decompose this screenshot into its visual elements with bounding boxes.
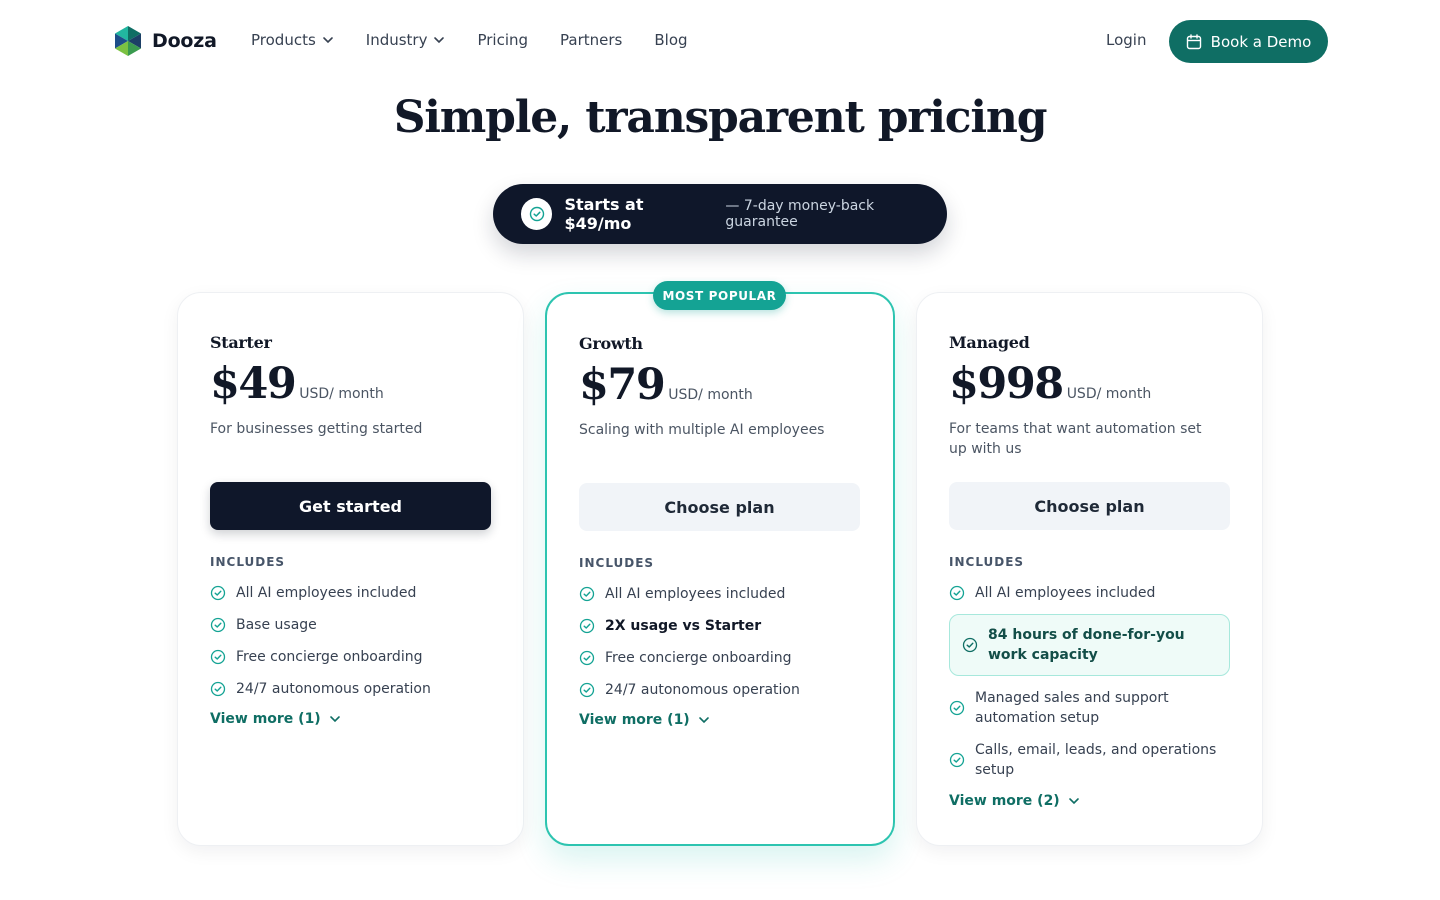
nav-pricing-label: Pricing xyxy=(477,31,529,49)
guarantee-pill: Starts at $49/mo — 7-day money-back guar… xyxy=(493,184,947,244)
book-demo-label: Book a Demo xyxy=(1210,32,1312,51)
view-more-toggle[interactable]: View more (1) xyxy=(210,711,341,727)
nav-blog[interactable]: Blog xyxy=(654,31,687,49)
price-row: $49 USD/ month xyxy=(210,359,384,409)
nav-products[interactable]: Products xyxy=(251,31,334,49)
feature-item: 24/7 autonomous operation xyxy=(579,680,800,700)
nav-partners-label: Partners xyxy=(560,31,623,49)
check-circle-icon xyxy=(949,752,965,768)
nav-industry[interactable]: Industry xyxy=(366,31,446,49)
check-circle-icon xyxy=(210,585,226,601)
feature-item: Free concierge onboarding xyxy=(579,648,791,668)
plan-price: $79 xyxy=(579,360,666,410)
feature-text: 2X usage vs Starter xyxy=(605,618,762,634)
feature-item: Calls, email, leads, and operations setu… xyxy=(949,740,1225,780)
price-row: $998 USD/ month xyxy=(949,359,1151,409)
check-circle-icon xyxy=(579,650,595,666)
feature-item: Managed sales and support automation set… xyxy=(949,688,1225,728)
brand-name: Dooza xyxy=(152,30,217,52)
nav-blog-label: Blog xyxy=(654,31,688,49)
check-circle-icon xyxy=(949,700,965,716)
check-circle-icon xyxy=(579,586,595,602)
feature-text: All AI employees included xyxy=(236,585,417,601)
check-circle-icon xyxy=(579,682,595,698)
check-circle-icon xyxy=(521,198,553,230)
highlighted-feature: 84 hours of done-for-you work capacity xyxy=(949,614,1230,676)
pill-main-text: Starts at $49/mo xyxy=(564,195,644,233)
chevron-down-icon xyxy=(1068,798,1079,805)
feature-item: 24/7 autonomous operation xyxy=(210,679,431,699)
plan-description: For teams that want automation set up wi… xyxy=(949,421,1202,457)
plan-name: Starter xyxy=(210,333,272,352)
nav-industry-label: Industry xyxy=(365,31,428,49)
feature-item: All AI employees included xyxy=(949,583,1155,603)
feature-text: Managed sales and support automation set… xyxy=(975,690,1169,726)
book-demo-button[interactable]: Book a Demo xyxy=(1169,20,1328,63)
view-more-label: View more (2) xyxy=(949,793,1060,809)
plan-price: $49 xyxy=(210,359,297,409)
price-row: $79 USD/ month xyxy=(579,360,753,410)
price-period: USD/ month xyxy=(299,386,384,402)
price-period: USD/ month xyxy=(668,387,753,403)
choose-plan-button[interactable]: Choose plan xyxy=(949,482,1230,530)
view-more-label: View more (1) xyxy=(579,712,690,728)
feature-text: All AI employees included xyxy=(975,585,1156,601)
feature-text: 24/7 autonomous operation xyxy=(236,681,431,697)
feature-item: Base usage xyxy=(210,615,317,635)
calendar-icon xyxy=(1186,33,1201,49)
plan-card-starter: Starter $49 USD/ month For businesses ge… xyxy=(177,292,524,846)
plan-name: Growth xyxy=(579,334,643,353)
plan-name: Managed xyxy=(949,333,1030,352)
chevron-down-icon xyxy=(698,717,709,724)
chevron-down-icon xyxy=(434,37,445,44)
nav-links: Products Industry Pricing Partners Blog xyxy=(251,31,720,49)
nav-partners[interactable]: Partners xyxy=(560,31,622,49)
feature-text: 24/7 autonomous operation xyxy=(605,682,800,698)
nav-products-label: Products xyxy=(251,31,316,49)
chevron-down-icon xyxy=(329,716,340,723)
check-circle-icon xyxy=(962,637,978,653)
feature-item: Free concierge onboarding xyxy=(210,647,422,667)
get-started-button[interactable]: Get started xyxy=(210,482,491,530)
plan-description: Scaling with multiple AI employees xyxy=(579,422,825,438)
includes-label: INCLUDES xyxy=(949,555,1025,569)
check-circle-icon xyxy=(949,585,965,601)
most-popular-badge: MOST POPULAR xyxy=(653,281,786,310)
view-more-toggle[interactable]: View more (1) xyxy=(579,712,710,728)
plan-description: For businesses getting started xyxy=(210,421,423,437)
plan-price: $998 xyxy=(949,359,1064,409)
feature-text: All AI employees included xyxy=(605,586,786,602)
login-link[interactable]: Login xyxy=(1106,31,1146,49)
feature-text: Free concierge onboarding xyxy=(605,650,792,666)
logo-icon xyxy=(115,26,141,56)
brand-logo[interactable]: Dooza xyxy=(114,26,217,56)
feature-text: Free concierge onboarding xyxy=(236,649,423,665)
feature-text: Base usage xyxy=(236,617,317,633)
check-circle-icon xyxy=(210,617,226,633)
chevron-down-icon xyxy=(322,37,333,44)
plan-card-growth: Growth $79 USD/ month Scaling with multi… xyxy=(545,292,895,846)
feature-item: All AI employees included xyxy=(579,584,785,604)
choose-plan-button[interactable]: Choose plan xyxy=(579,483,860,531)
includes-label: INCLUDES xyxy=(579,556,655,570)
includes-label: INCLUDES xyxy=(210,555,286,569)
price-period: USD/ month xyxy=(1066,386,1152,402)
top-navigation: Dooza Products Industry Pricing Partners… xyxy=(0,0,1440,84)
feature-item: 2X usage vs Starter xyxy=(579,616,761,636)
check-circle-icon xyxy=(579,618,595,634)
pill-sub-text: — 7-day money-back guarantee xyxy=(725,198,875,230)
feature-item: All AI employees included xyxy=(210,583,416,603)
nav-pricing[interactable]: Pricing xyxy=(477,31,528,49)
plan-card-managed: Managed $998 USD/ month For teams that w… xyxy=(916,292,1263,846)
page-title: Simple, transparent pricing xyxy=(393,92,1048,143)
feature-text: Calls, email, leads, and operations setu… xyxy=(975,742,1217,778)
view-more-label: View more (1) xyxy=(210,711,321,727)
feature-text: 84 hours of done-for-you work capacity xyxy=(988,627,1185,663)
view-more-toggle[interactable]: View more (2) xyxy=(949,793,1080,809)
check-circle-icon xyxy=(210,649,226,665)
check-circle-icon xyxy=(210,681,226,697)
